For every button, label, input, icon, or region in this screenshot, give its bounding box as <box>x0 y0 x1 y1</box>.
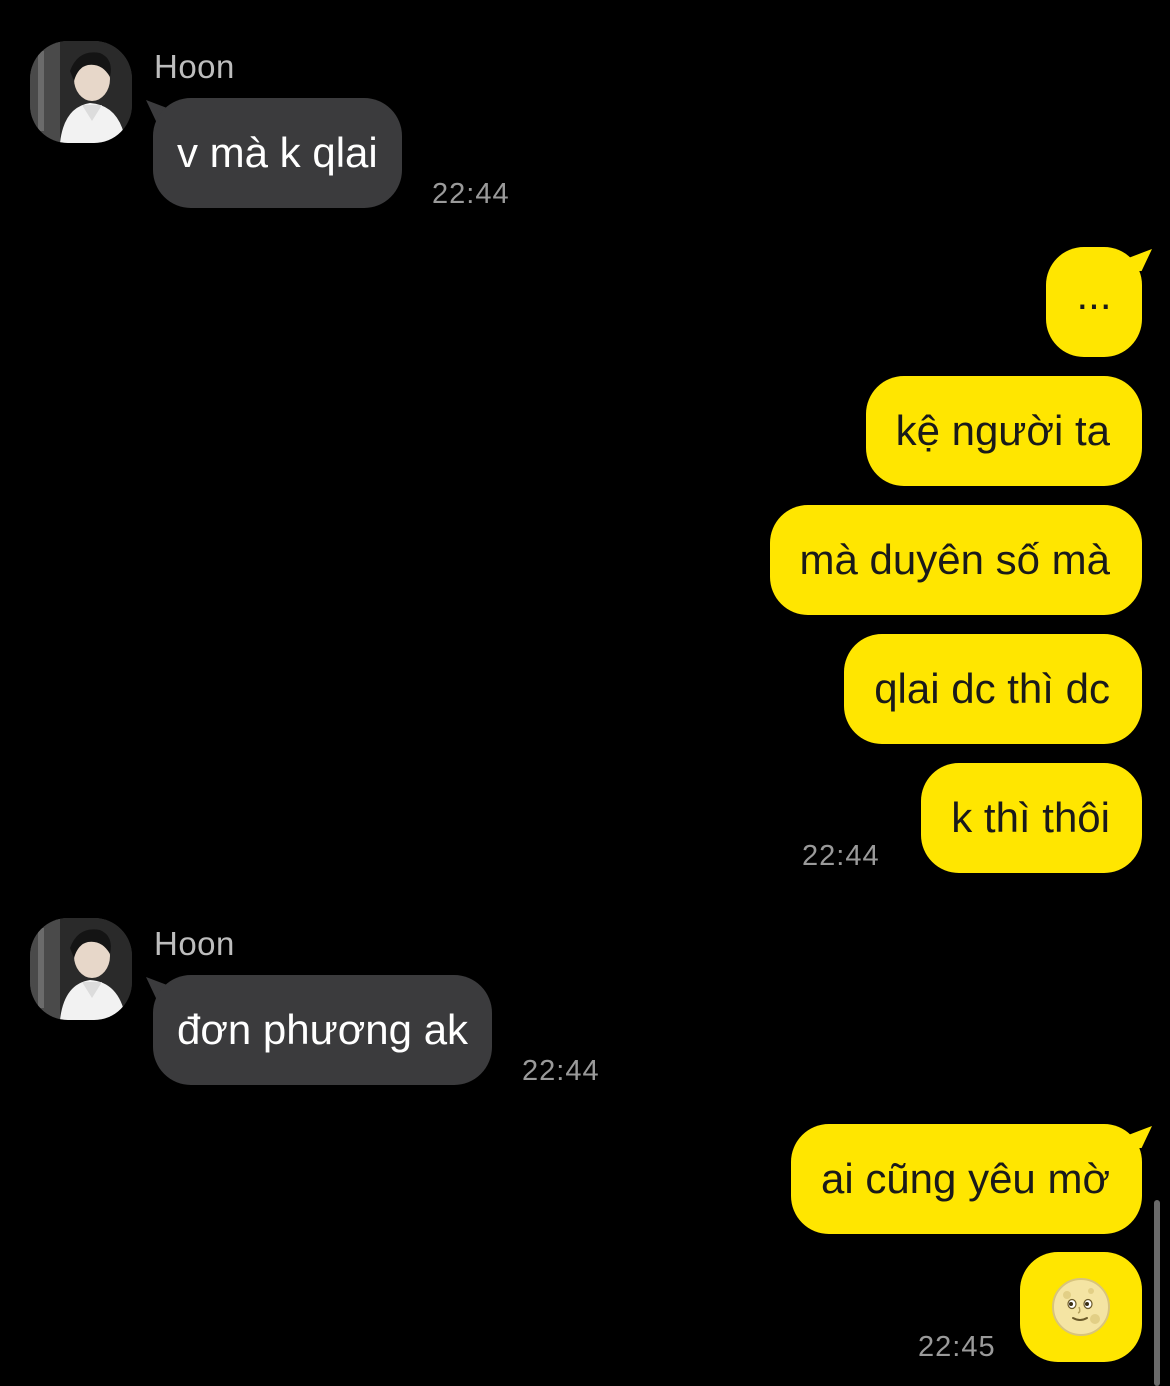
sender-name: Hoon <box>154 48 235 85</box>
full-moon-face-icon <box>1052 1277 1110 1336</box>
avatar[interactable] <box>30 918 132 1020</box>
message-timestamp: 22:44 <box>802 840 880 872</box>
message-bubble-incoming[interactable]: v mà k qlai <box>153 98 402 208</box>
message-bubble-incoming[interactable]: đơn phương ak <box>153 975 493 1085</box>
message-timestamp: 22:44 <box>522 1055 600 1087</box>
message-bubble-outgoing[interactable]: ai cũng yêu mờ <box>790 1124 1142 1234</box>
message-bubble-outgoing[interactable]: ... <box>1046 247 1142 357</box>
message-bubble-outgoing[interactable]: mà duyên số mà <box>769 505 1142 615</box>
avatar-photo-icon <box>30 41 132 143</box>
avatar-photo-icon <box>30 918 132 1020</box>
message-bubble-outgoing[interactable]: kệ người ta <box>865 376 1142 486</box>
message-bubble-outgoing[interactable]: k thì thôi <box>921 763 1142 873</box>
chat-thread[interactable]: Hoon v mà k qlai 22:44 ... kệ người ta m… <box>0 0 1170 1386</box>
message-bubble-outgoing[interactable]: qlai dc thì dc <box>844 634 1142 744</box>
message-timestamp: 22:44 <box>432 178 510 210</box>
scrollbar[interactable] <box>1154 1200 1160 1386</box>
message-timestamp: 22:45 <box>918 1331 996 1363</box>
message-bubble-outgoing[interactable] <box>1020 1252 1142 1362</box>
avatar[interactable] <box>30 41 132 143</box>
sender-name: Hoon <box>154 925 235 962</box>
